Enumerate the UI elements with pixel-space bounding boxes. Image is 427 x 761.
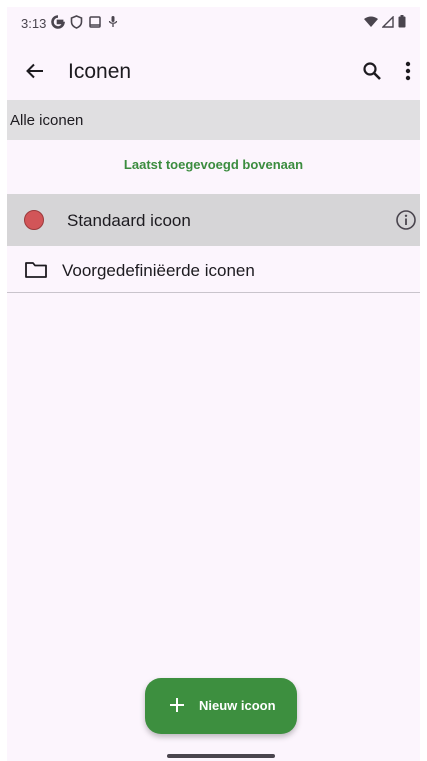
arrow-back-icon xyxy=(26,63,43,79)
list-item-label: Voorgedefiniëerde iconen xyxy=(62,261,255,280)
status-right xyxy=(364,14,406,31)
screen-icon xyxy=(88,15,102,32)
more-vert-icon xyxy=(405,61,411,81)
folder-icon xyxy=(25,262,47,278)
status-time: 3:13 xyxy=(21,16,47,31)
home-indicator[interactable] xyxy=(167,754,275,758)
shield-icon xyxy=(70,15,83,32)
list-item-voorgedefinieerde-iconen[interactable]: Voorgedefiniëerde iconen xyxy=(7,246,420,293)
section-header: Alle iconen xyxy=(7,100,420,140)
info-icon xyxy=(396,210,416,230)
app-screen: 3:13 Iconen Alle iconen Laatst toegevoeg… xyxy=(7,7,420,761)
sort-order-label[interactable]: Laatst toegevoegd bovenaan xyxy=(7,157,420,172)
page-title: Iconen xyxy=(68,60,132,83)
back-button[interactable] xyxy=(17,53,53,89)
info-button[interactable] xyxy=(393,207,419,233)
status-left: 3:13 xyxy=(21,15,119,32)
plus-icon xyxy=(170,698,184,712)
app-bar: Iconen xyxy=(7,43,420,99)
list-item-label: Standaard icoon xyxy=(67,211,191,230)
mic-icon xyxy=(107,15,119,32)
google-g-icon xyxy=(51,15,66,32)
search-button[interactable] xyxy=(354,53,390,89)
wifi-icon xyxy=(364,16,378,31)
red-circle-icon xyxy=(24,210,44,230)
search-icon xyxy=(363,62,381,80)
signal-icon xyxy=(381,14,394,31)
list-item-standaard-icoon[interactable]: Standaard icoon xyxy=(7,194,420,246)
battery-icon xyxy=(398,15,406,31)
status-bar: 3:13 xyxy=(7,7,420,39)
section-header-label: Alle iconen xyxy=(10,111,84,129)
more-options-button[interactable] xyxy=(396,53,420,89)
new-icon-label: Nieuw icoon xyxy=(199,698,276,713)
new-icon-button[interactable]: Nieuw icoon xyxy=(145,678,297,734)
